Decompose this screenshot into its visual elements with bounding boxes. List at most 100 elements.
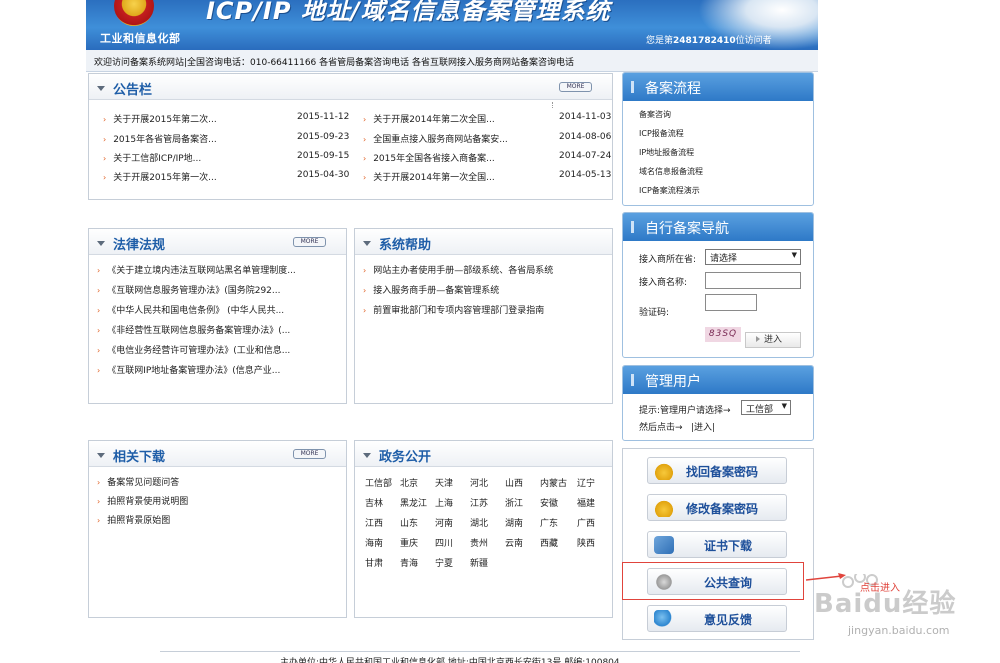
province-link[interactable]: 北京	[400, 476, 418, 489]
province-link[interactable]: 吉林	[365, 496, 383, 509]
process-item[interactable]: IP地址报备流程	[639, 147, 694, 158]
province-link[interactable]: 西藏	[540, 536, 558, 549]
feedback-button[interactable]: 意见反馈	[647, 605, 787, 632]
footer-info: 主办单位:中华人民共和国工业和信息化部 地址:中国北京西长安街13号 邮编:10…	[280, 658, 620, 663]
change-password-button[interactable]: 修改备案密码	[647, 494, 787, 521]
admin-select[interactable]: 工信部 ▼	[741, 400, 791, 415]
help-item[interactable]: › 接入服务商手册—备案管理系统	[363, 283, 499, 296]
download-item[interactable]: › 备案常见问题问答	[97, 475, 179, 488]
province-link[interactable]: 浙江	[505, 496, 523, 509]
province-link[interactable]: 山东	[400, 516, 418, 529]
announcement-item[interactable]: › 关于开展2015年第一次...	[103, 170, 217, 183]
province-link[interactable]: 河南	[435, 516, 453, 529]
help-item[interactable]: › 前置审批部门和专项内容管理部门登录指南	[363, 303, 544, 316]
nav-enter-button[interactable]: 进入	[745, 332, 801, 348]
collapse-triangle-icon	[363, 453, 371, 458]
header-banner: 工业和信息化部 ICP/IP 地址/域名信息备案管理系统 您是第24817824…	[86, 0, 818, 50]
law-item[interactable]: › 《非经营性互联网信息服务备案管理办法》(...	[97, 323, 290, 336]
find-password-button[interactable]: 找回备案密码	[647, 457, 787, 484]
visit-counter: 您是第2481782410位访问者	[646, 36, 772, 46]
announcement-item[interactable]: › 全国重点接入服务商网站备案安...	[363, 132, 508, 145]
download-item[interactable]: › 拍照背景使用说明图	[97, 494, 188, 507]
province-link[interactable]: 工信部	[365, 476, 392, 489]
province-link[interactable]: 陕西	[577, 536, 595, 549]
announcement-date: 2015-09-23	[297, 132, 350, 142]
province-link[interactable]: 河北	[470, 476, 488, 489]
provider-name-input[interactable]	[705, 272, 801, 289]
province-link[interactable]: 海南	[365, 536, 383, 549]
key-lock-icon	[654, 499, 674, 517]
province-select[interactable]: 请选择 ▼	[705, 249, 801, 265]
visit-count: 2481782410	[673, 36, 736, 46]
help-item[interactable]: › 网站主办者使用手册—部级系统、各省局系统	[363, 263, 553, 276]
law-item[interactable]: › 《中华人民共和国电信条例》 (中华人民共...	[97, 303, 284, 316]
province-link[interactable]: 青海	[400, 556, 418, 569]
footer-divider	[160, 651, 800, 652]
captcha-input[interactable]	[705, 294, 757, 311]
province-label: 接入商所在省:	[639, 255, 697, 265]
province-link[interactable]: 天津	[435, 476, 453, 489]
province-link[interactable]: 贵州	[470, 536, 488, 549]
laws-more-button[interactable]: MORE	[293, 237, 326, 247]
province-link[interactable]: 江苏	[470, 496, 488, 509]
process-item[interactable]: ICP报备流程	[639, 128, 684, 139]
process-title: 备案流程	[623, 73, 813, 101]
announcement-item[interactable]: › 关于开展2015年第二次...	[103, 112, 217, 125]
captcha-label: 验证码:	[639, 308, 670, 318]
province-link[interactable]: 新疆	[470, 556, 488, 569]
law-item[interactable]: › 《关于建立境内违法互联网站黑名单管理制度...	[97, 263, 296, 276]
province-link[interactable]: 甘肃	[365, 556, 383, 569]
announcement-date: 2015-11-12	[297, 112, 350, 122]
province-link[interactable]: 山西	[505, 476, 523, 489]
province-link[interactable]: 重庆	[400, 536, 418, 549]
announcement-divider-icon	[552, 102, 554, 108]
page: 工业和信息化部 ICP/IP 地址/域名信息备案管理系统 您是第24817824…	[0, 0, 1000, 663]
province-link[interactable]: 湖北	[470, 516, 488, 529]
admin-enter-link[interactable]: |进入|	[691, 420, 715, 433]
admin-then-label: 然后点击→	[639, 423, 683, 433]
watermark-url: jingyan.baidu.com	[848, 624, 950, 637]
province-link[interactable]: 安徽	[540, 496, 558, 509]
help-title: 系统帮助	[363, 234, 431, 253]
downloads-more-button[interactable]: MORE	[293, 449, 326, 459]
announcement-item[interactable]: › 关于工信部ICP/IP地...	[103, 151, 201, 164]
announcement-item[interactable]: › 关于开展2014年第二次全国...	[363, 112, 495, 125]
announcement-title: 公告栏	[97, 79, 152, 98]
national-emblem-icon	[114, 0, 154, 26]
province-link[interactable]: 云南	[505, 536, 523, 549]
cert-download-button[interactable]: 证书下载	[647, 531, 787, 558]
certificate-icon	[654, 536, 674, 554]
province-link[interactable]: 四川	[435, 536, 453, 549]
province-link[interactable]: 广西	[577, 516, 595, 529]
process-item[interactable]: ICP备案流程演示	[639, 185, 700, 196]
announcement-item[interactable]: › 关于开展2014年第一次全国...	[363, 170, 495, 183]
announcement-date: 2014-07-24	[559, 151, 612, 161]
download-item[interactable]: › 拍照背景原始图	[97, 513, 170, 526]
announcement-more-button[interactable]: MORE	[559, 82, 592, 92]
province-link[interactable]: 上海	[435, 496, 453, 509]
province-link[interactable]: 湖南	[505, 516, 523, 529]
province-link[interactable]: 内蒙古	[540, 476, 567, 489]
announcement-item[interactable]: › 2015年全国各省接入商备案...	[363, 151, 495, 164]
province-link[interactable]: 广东	[540, 516, 558, 529]
dropdown-arrow-icon: ▼	[781, 402, 787, 410]
province-link[interactable]: 辽宁	[577, 476, 595, 489]
admin-title: 管理用户	[623, 366, 813, 394]
province-link[interactable]: 宁夏	[435, 556, 453, 569]
province-link[interactable]: 福建	[577, 496, 595, 509]
captcha-image[interactable]: 83SQ	[705, 327, 741, 342]
province-link[interactable]: 黑龙江	[400, 496, 427, 509]
play-arrow-icon	[756, 336, 760, 342]
law-item[interactable]: › 《互联网信息服务管理办法》(国务院292...	[97, 283, 280, 296]
collapse-triangle-icon	[363, 241, 371, 246]
process-item[interactable]: 域名信息报备流程	[639, 166, 703, 177]
feedback-icon	[654, 610, 674, 628]
law-item[interactable]: › 《电信业务经营许可管理办法》(工业和信息...	[97, 343, 290, 356]
annotation-hint: 点击进入	[860, 583, 900, 594]
process-item[interactable]: 备案咨询	[639, 109, 671, 120]
law-item[interactable]: › 《互联网IP地址备案管理办法》(信息产业...	[97, 363, 280, 376]
help-panel: 系统帮助 › 网站主办者使用手册—部级系统、各省局系统 › 接入服务商手册—备案管理…	[354, 228, 613, 404]
province-link[interactable]: 江西	[365, 516, 383, 529]
announcement-item[interactable]: › 2015年各省管局备案咨...	[103, 132, 217, 145]
process-panel: 备案流程 备案咨询 ICP报备流程 IP地址报备流程 域名信息报备流程 ICP备…	[622, 72, 814, 206]
